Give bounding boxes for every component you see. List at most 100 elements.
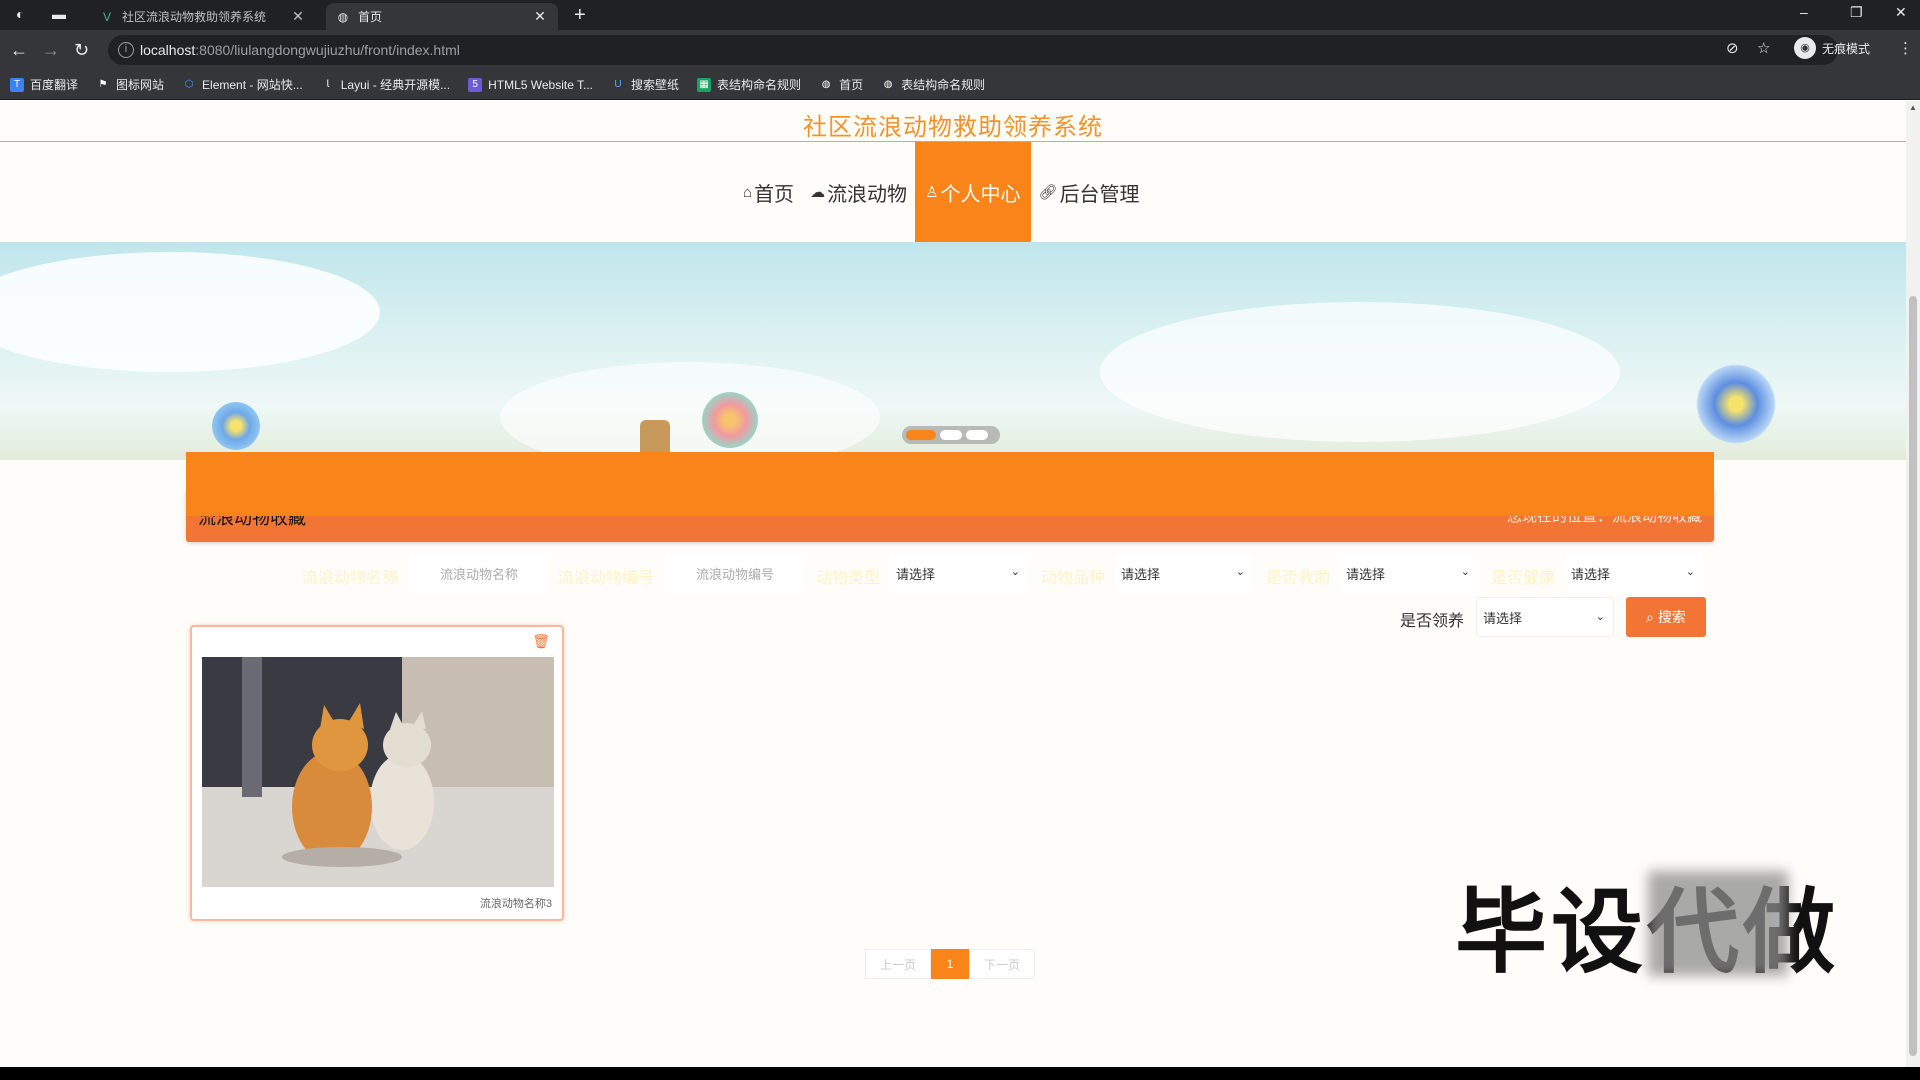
rescued-filter-select[interactable]: 请选择 ⌄ [1340, 553, 1478, 593]
breed-filter-select[interactable]: 请选择 ⌄ [1115, 553, 1253, 593]
number-filter-input[interactable]: 流浪动物编号 [666, 553, 804, 593]
translate-icon: T [10, 77, 24, 92]
search-button-label: 搜索 [1657, 609, 1686, 625]
chevron-down-icon: ⌄ [1595, 611, 1605, 623]
vue-icon: V [102, 9, 111, 24]
globe-icon: ◍ [883, 78, 893, 90]
adopted-filter-select[interactable]: 请选择 ⌄ [1476, 597, 1614, 637]
window-close-icon[interactable]: ✕ [1895, 4, 1907, 21]
incognito-profile[interactable]: ◉ 无痕模式 [1794, 37, 1870, 59]
bookmark-item[interactable]: ⬡ Element - 网站快... [182, 76, 303, 93]
carousel-dot[interactable] [966, 430, 988, 440]
favorite-card[interactable]: 🗑︎ 流浪动物名称3 [190, 625, 564, 921]
element-icon: ⬡ [184, 78, 194, 90]
animal-photo[interactable] [202, 657, 554, 887]
nav-label: 流浪动物 [827, 183, 908, 206]
page-scrollbar[interactable]: ▲ [1906, 101, 1920, 1067]
cloud-shape [0, 252, 380, 372]
type-filter-label: 动物类型 [816, 570, 881, 587]
nav-item-admin[interactable]: 🔗︎ 后台管理 [1031, 142, 1148, 242]
bookmark-label: 表结构命名规则 [901, 78, 986, 92]
layui-icon: 𝗅 [326, 78, 330, 90]
tab-active[interactable]: ◍ 首页 ✕ [326, 3, 558, 30]
bookmark-item[interactable]: 𝗅 Layui - 经典开源模... [321, 76, 450, 93]
bookmark-item[interactable]: ◍ 首页 [819, 76, 863, 93]
bookmarks-bar: T 百度翻译 ⚑ 图标网站 ⬡ Element - 网站快... 𝗅 Layui - 经… [0, 70, 1920, 100]
address-bar[interactable]: i localhost:8080/liulangdongwujiuzhu/fro… [108, 35, 1838, 65]
eye-off-icon[interactable]: ⊘ [1726, 39, 1739, 57]
globe-icon: ◍ [337, 9, 349, 24]
prev-page-button[interactable]: 上一页 [865, 949, 931, 979]
number-filter-label: 流浪动物编号 [558, 570, 655, 587]
bookmark-label: 百度翻译 [30, 78, 79, 92]
tab-inactive[interactable]: V 社区流浪动物救助领养系统 ✕ [90, 3, 316, 30]
tab-strip: ◐ ▬ V 社区流浪动物救助领养系统 ✕ ◍ 首页 ✕ + – ❐ ✕ [0, 0, 1920, 30]
nav-item-personal-center[interactable]: ♙ 个人中心 [915, 142, 1031, 242]
type-filter-select[interactable]: 请选择 ⌄ [890, 553, 1028, 593]
search-button[interactable]: ⌕ 搜索 [1626, 597, 1706, 637]
minimize-icon[interactable]: – [1800, 4, 1808, 20]
healthy-filter-select[interactable]: 请选择 ⌄ [1565, 553, 1703, 593]
select-value: 请选择 [1571, 566, 1611, 582]
reload-icon[interactable]: ↻ [74, 39, 89, 61]
nav-label: 首页 [754, 183, 795, 206]
bookmark-item[interactable]: ◍ 表结构命名规则 [881, 76, 985, 93]
page-number-button[interactable]: 1 [931, 949, 969, 979]
bookmark-item[interactable]: T 百度翻译 [10, 76, 78, 93]
pagination: 上一页 1 下一页 [865, 949, 1035, 979]
bookmark-label: Layui - 经典开源模... [340, 78, 451, 92]
nav-label: 个人中心 [940, 183, 1021, 206]
restore-icon[interactable]: ❐ [1850, 4, 1863, 21]
carousel-dot[interactable] [940, 430, 962, 440]
chevron-down-icon: ⌄ [1685, 566, 1695, 578]
next-page-button[interactable]: 下一页 [969, 949, 1035, 979]
cat-image [202, 657, 554, 887]
banner-carousel[interactable] [0, 242, 1906, 460]
select-value: 请选择 [896, 566, 936, 582]
bookmark-label: 表结构命名规则 [717, 78, 802, 92]
cloud-shape [1100, 302, 1620, 442]
name-filter-input[interactable]: 流浪动物名称 [410, 553, 548, 593]
bookmark-item[interactable]: ▦ 表结构命名规则 [697, 76, 801, 93]
bookmark-item[interactable]: U 搜索壁纸 [611, 76, 679, 93]
chevron-down-icon: ⌄ [1235, 566, 1245, 578]
forward-icon[interactable]: → [42, 39, 60, 61]
trash-icon[interactable]: 🗑︎ [532, 633, 550, 650]
chevron-down-icon: ⌄ [1010, 566, 1020, 578]
nav-item-home[interactable]: ⌂ 首页 [735, 142, 802, 242]
nav-item-stray-animals[interactable]: ☁ 流浪动物 [802, 142, 915, 242]
animal-name-caption: 流浪动物名称3 [479, 898, 552, 910]
main-nav: ⌂ 首页 ☁ 流浪动物 ♙ 个人中心 🔗︎ 后台管理 [735, 142, 1148, 242]
site-info-icon[interactable]: i [118, 42, 134, 58]
flower-decoration [1696, 364, 1776, 444]
bookmark-label: Element - 网站快... [202, 78, 303, 92]
close-icon[interactable]: ✕ [290, 8, 306, 25]
chevron-down-icon: ⌄ [1460, 566, 1470, 578]
adopted-filter-label: 是否领养 [1400, 613, 1465, 630]
web-page: 社区流浪动物救助领养系统 ⌂ 首页 ☁ 流浪动物 ♙ 个人中心 🔗︎ 后台管理 流浪动物… [0, 101, 1906, 1067]
browser-menu-icon[interactable]: ◐ [16, 6, 24, 22]
watermark-blur [1648, 871, 1788, 976]
user-icon: ♙ [925, 184, 939, 201]
bookmark-item[interactable]: 5 HTML5 Website T... [468, 77, 593, 92]
url-text: localhost:8080/liulangdongwujiuzhu/front… [140, 42, 460, 58]
carousel-indicator [902, 426, 1000, 444]
url-path: :8080/liulangdongwujiuzhu/front/index.ht… [195, 42, 460, 58]
back-icon[interactable]: ← [10, 39, 28, 61]
bookmark-item[interactable]: ⚑ 图标网站 [96, 76, 165, 93]
scrollbar-thumb[interactable] [1909, 296, 1917, 1056]
close-icon[interactable]: ✕ [532, 8, 548, 25]
scroll-up-icon[interactable]: ▲ [1909, 103, 1917, 112]
url-host: localhost [140, 42, 196, 58]
tab-title: 首页 [358, 10, 383, 24]
rescued-filter-label: 是否救助 [1266, 570, 1331, 587]
star-icon[interactable]: ☆ [1757, 39, 1770, 57]
bookmark-label: 首页 [839, 78, 864, 92]
select-value: 请选择 [1483, 610, 1523, 626]
more-menu-icon[interactable]: ⋮ [1898, 39, 1913, 57]
new-tab-icon[interactable]: + [574, 4, 586, 27]
home-icon: ⌂ [743, 183, 753, 201]
tab-search-icon[interactable]: ▬ [52, 6, 66, 22]
select-value: 请选择 [1121, 566, 1161, 582]
carousel-dot[interactable] [906, 430, 936, 440]
